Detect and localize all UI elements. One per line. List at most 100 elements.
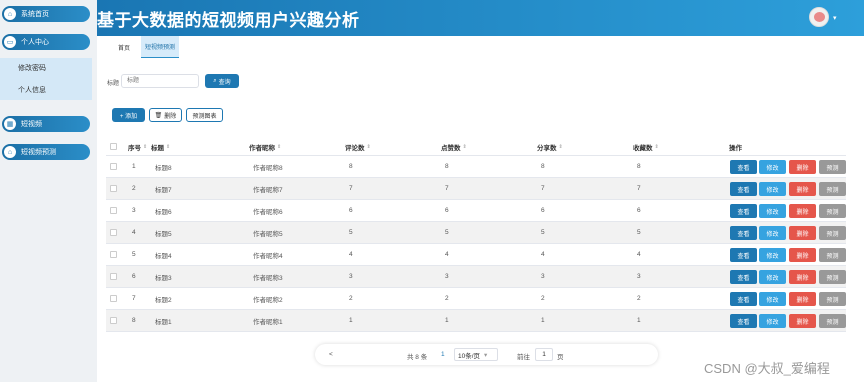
predict-button[interactable]: 预测 xyxy=(819,270,846,284)
page-title: 基于大数据的短视频用户兴趣分析 xyxy=(97,11,360,30)
sidebar-item-home[interactable]: ⌂ 系统首页 xyxy=(2,6,90,22)
column-header[interactable]: 收藏数 ⇕ xyxy=(633,138,659,155)
column-header-label: 作者昵称 xyxy=(249,144,275,152)
view-button[interactable]: 查看 xyxy=(730,204,757,218)
edit-button[interactable]: 修改 xyxy=(759,182,786,196)
chevron-down-icon: ▾ xyxy=(484,351,488,359)
edit-button[interactable]: 修改 xyxy=(759,314,786,328)
view-button[interactable]: 查看 xyxy=(730,314,757,328)
sort-icon[interactable]: ⇕ xyxy=(367,144,371,150)
column-header[interactable]: 点赞数 ⇕ xyxy=(441,138,467,155)
table-cell: 标题7 xyxy=(155,186,172,194)
view-button[interactable]: 查看 xyxy=(730,182,757,196)
sidebar-item-label: 个人中心 xyxy=(21,39,49,46)
column-header[interactable]: 标题 ⇕ xyxy=(151,138,170,155)
tab-short-video-predict[interactable]: 短视频预测 xyxy=(141,36,180,58)
search-input[interactable] xyxy=(121,74,199,88)
delete-row-button[interactable]: 删除 xyxy=(789,182,816,196)
row-checkbox[interactable] xyxy=(110,200,117,221)
delete-row-button[interactable]: 删除 xyxy=(789,292,816,306)
search-button-label: 查询 xyxy=(218,79,231,86)
submenu-item-personal-info[interactable]: 个人信息 xyxy=(18,85,46,95)
predict-button[interactable]: 预测 xyxy=(819,314,846,328)
goto-page-input[interactable]: 1 xyxy=(535,348,553,361)
header: 基于大数据的短视频用户兴趣分析 ▾ xyxy=(97,0,864,36)
view-button[interactable]: 查看 xyxy=(730,248,757,262)
edit-button[interactable]: 修改 xyxy=(759,292,786,306)
page-size-select[interactable]: 10条/页 ▾ xyxy=(454,348,498,361)
delete-row-button[interactable]: 删除 xyxy=(789,160,816,174)
table-cell: 2 xyxy=(637,295,641,302)
view-button[interactable]: 查看 xyxy=(730,270,757,284)
table-cell: 6 xyxy=(541,207,545,214)
table-cell: 5 xyxy=(637,229,641,236)
column-header[interactable]: 评论数 ⇕ xyxy=(345,138,371,155)
predict-button[interactable]: 预测 xyxy=(819,160,846,174)
predict-button[interactable]: 预测 xyxy=(819,226,846,240)
row-checkbox[interactable] xyxy=(110,156,117,177)
table-cell: 标题6 xyxy=(155,208,172,216)
delete-row-button[interactable]: 删除 xyxy=(789,226,816,240)
edit-button[interactable]: 修改 xyxy=(759,270,786,284)
edit-button[interactable]: 修改 xyxy=(759,204,786,218)
watermark: CSDN @大叔_爱编程 xyxy=(704,361,830,376)
row-checkbox[interactable] xyxy=(110,288,117,309)
view-button[interactable]: 查看 xyxy=(730,226,757,240)
row-checkbox[interactable] xyxy=(110,310,117,331)
submenu-item-change-password[interactable]: 修改密码 xyxy=(18,63,46,73)
table-cell: 标题1 xyxy=(155,318,172,326)
tab-home[interactable]: 首页 xyxy=(114,36,134,58)
view-button[interactable]: 查看 xyxy=(730,292,757,306)
prev-page-button[interactable]: < xyxy=(329,351,333,358)
search-button[interactable]: ⌕ 查询 xyxy=(205,74,239,88)
row-checkbox[interactable] xyxy=(110,178,117,199)
table-cell: 2 xyxy=(541,295,545,302)
chevron-down-icon[interactable]: ▾ xyxy=(833,14,837,22)
sort-icon[interactable]: ⇕ xyxy=(559,144,563,150)
column-header-label: 点赞数 xyxy=(441,144,461,152)
table-cell: 1 xyxy=(132,163,136,170)
delete-row-button[interactable]: 删除 xyxy=(789,204,816,218)
row-checkbox[interactable] xyxy=(110,266,117,287)
sidebar: ⌂ 系统首页 ▭ 个人中心 修改密码 个人信息 ▦ 短视频 ⌂ 短视频预测 xyxy=(0,0,97,382)
sort-icon[interactable]: ⇕ xyxy=(655,144,659,150)
delete-button[interactable]: 🗑 删除 xyxy=(149,108,182,122)
sort-icon[interactable]: ⇕ xyxy=(277,144,281,150)
edit-button[interactable]: 修改 xyxy=(759,248,786,262)
column-header[interactable]: 作者昵称 ⇕ xyxy=(249,138,281,155)
delete-row-button[interactable]: 删除 xyxy=(789,314,816,328)
table-cell: 作者昵称3 xyxy=(253,274,283,282)
edit-button[interactable]: 修改 xyxy=(759,226,786,240)
tab-bar: 首页 短视频预测 xyxy=(97,36,864,58)
column-header[interactable]: 分享数 ⇕ xyxy=(537,138,563,155)
row-checkbox[interactable] xyxy=(110,222,117,243)
table-cell: 标题4 xyxy=(155,252,172,260)
column-header-label: 标题 xyxy=(151,144,164,152)
sidebar-item-personal-center[interactable]: ▭ 个人中心 xyxy=(2,34,90,50)
avatar[interactable] xyxy=(809,7,829,27)
sidebar-item-short-video[interactable]: ▦ 短视频 xyxy=(2,116,90,132)
sort-icon[interactable]: ⇕ xyxy=(463,144,467,150)
select-all-checkbox[interactable] xyxy=(110,138,117,155)
sort-icon[interactable]: ⇕ xyxy=(166,144,170,150)
table-cell: 7 xyxy=(349,185,353,192)
view-button[interactable]: 查看 xyxy=(730,160,757,174)
predict-button[interactable]: 预测 xyxy=(819,292,846,306)
sidebar-item-short-video-predict[interactable]: ⌂ 短视频预测 xyxy=(2,144,90,160)
submenu-personal: 修改密码 个人信息 xyxy=(0,58,92,100)
sort-icon[interactable]: ⇕ xyxy=(143,144,147,150)
predict-button[interactable]: 预测 xyxy=(819,248,846,262)
add-button[interactable]: + 添加 xyxy=(112,108,145,122)
row-checkbox[interactable] xyxy=(110,244,117,265)
column-header[interactable]: 序号 ⇕ xyxy=(128,138,147,155)
home-icon: ⌂ xyxy=(4,8,16,20)
delete-row-button[interactable]: 删除 xyxy=(789,248,816,262)
predict-button[interactable]: 预测 xyxy=(819,182,846,196)
table-cell: 8 xyxy=(349,163,353,170)
predict-button[interactable]: 预测 xyxy=(819,204,846,218)
table-cell: 5 xyxy=(132,251,136,258)
delete-row-button[interactable]: 删除 xyxy=(789,270,816,284)
current-page[interactable]: 1 xyxy=(441,351,445,358)
predict-chart-button[interactable]: 预测图表 xyxy=(186,108,223,122)
edit-button[interactable]: 修改 xyxy=(759,160,786,174)
